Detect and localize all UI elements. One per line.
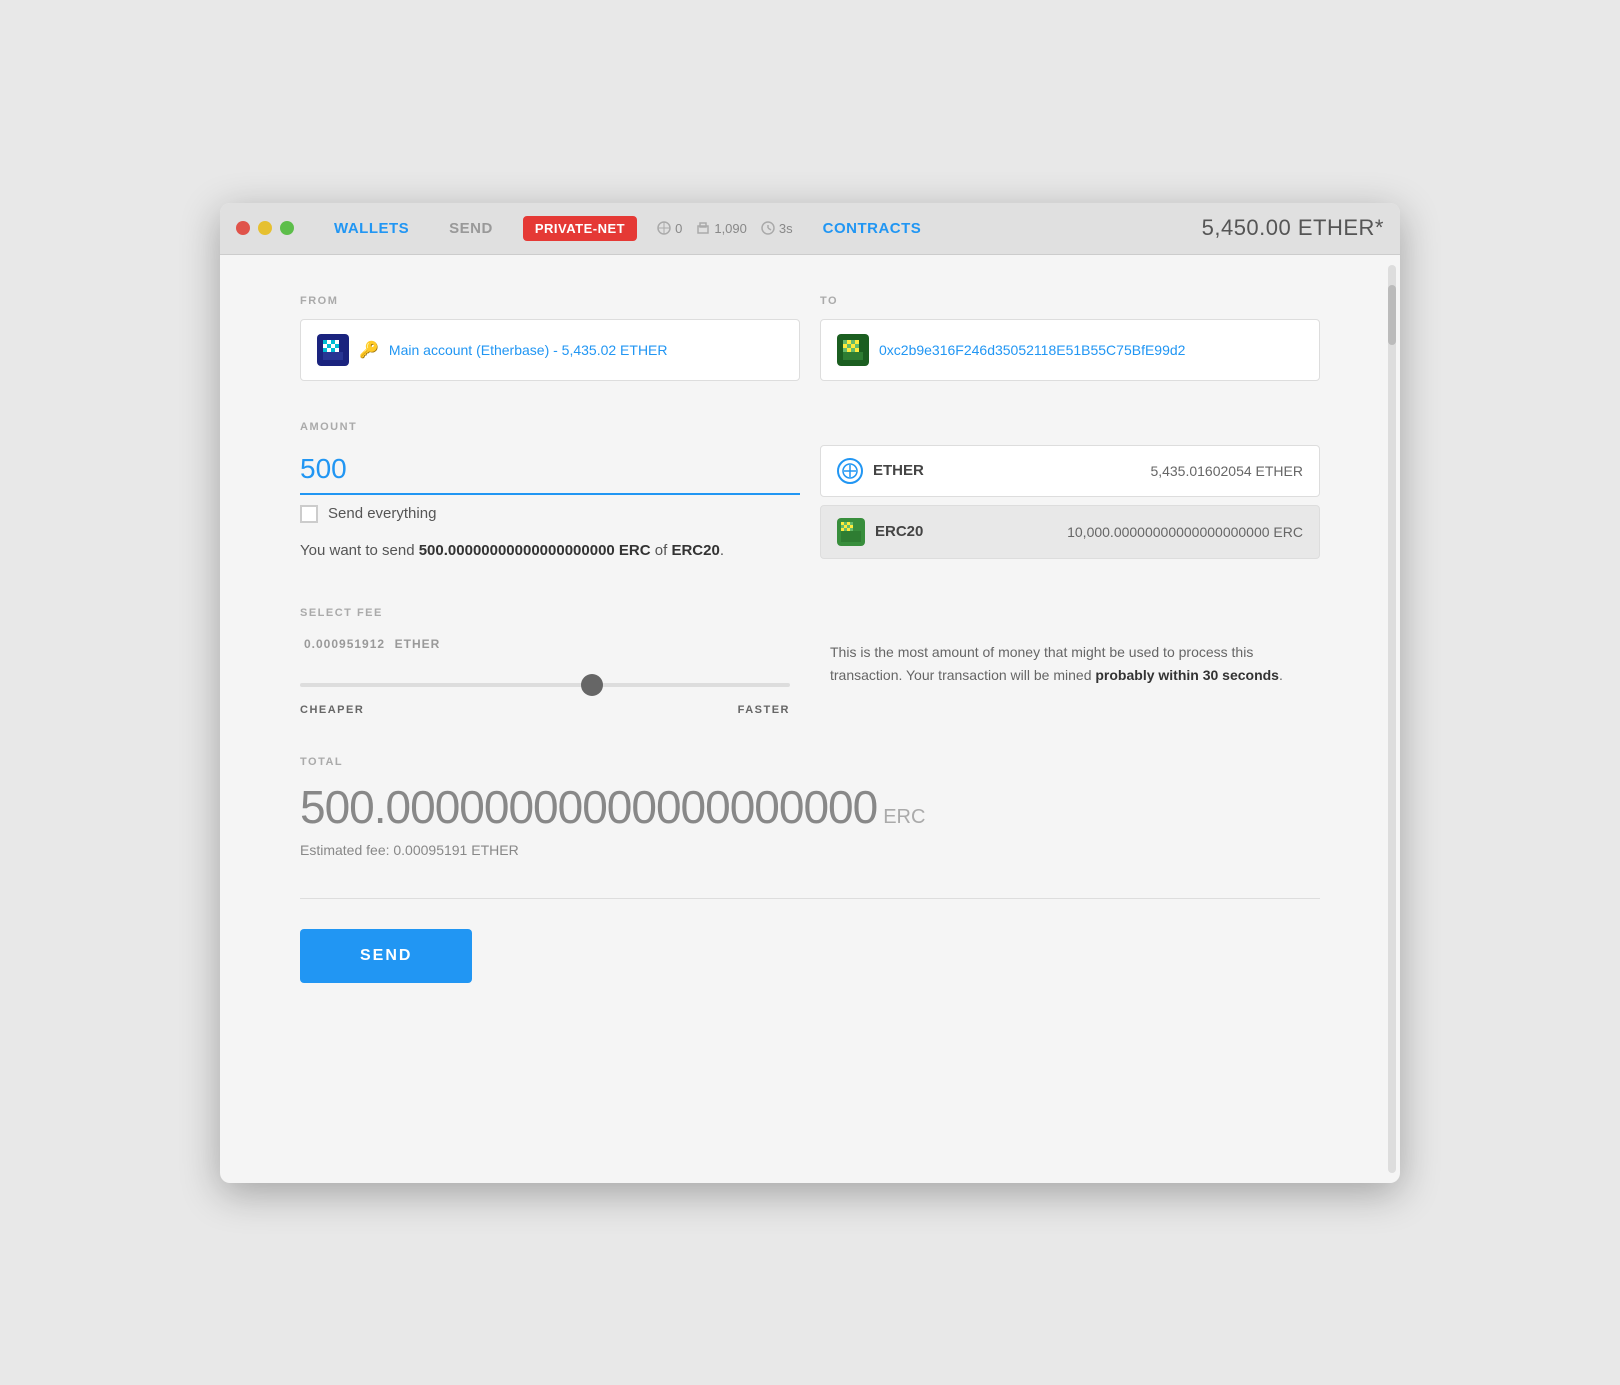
- currency-panel: ETHER 5,435.01602054 ETHER: [820, 445, 1320, 567]
- amount-input-row: Send everything You want to send 500.000…: [300, 445, 1320, 567]
- total-section: TOTAL 500.00000000000000000000 ERC Estim…: [300, 756, 1320, 858]
- send-everything-checkbox[interactable]: [300, 505, 318, 523]
- maximize-button[interactable]: [280, 221, 294, 235]
- from-account-icon: [317, 334, 349, 366]
- amount-section: AMOUNT Send everything You want to send …: [300, 421, 1320, 567]
- to-account-box[interactable]: 0xc2b9e316F246d35052118E51B55C75BfE99d2: [820, 319, 1320, 381]
- titlebar: WALLETS SEND PRIVATE-NET 0 1,090 3: [220, 203, 1400, 255]
- slider-labels: CHEAPER FASTER: [300, 704, 790, 716]
- erc20-balance: 10,000.00000000000000000000 ERC: [1067, 524, 1303, 540]
- total-label: TOTAL: [300, 756, 1320, 768]
- ether-balance: 5,435.01602054 ETHER: [1150, 463, 1303, 479]
- nav-tabs: WALLETS SEND PRIVATE-NET 0 1,090 3: [314, 203, 1384, 255]
- blocks-status: 1,090: [696, 221, 747, 236]
- to-section: TO: [820, 295, 1320, 381]
- currency-erc20-left: ERC20: [837, 518, 923, 546]
- from-label: FROM: [300, 295, 800, 307]
- currency-ether[interactable]: ETHER 5,435.01602054 ETHER: [820, 445, 1320, 497]
- to-account-icon: [837, 334, 869, 366]
- minimize-button[interactable]: [258, 221, 272, 235]
- slider-container: [300, 674, 790, 692]
- fee-label: SELECT FEE: [300, 607, 1320, 619]
- key-icon: 🔑: [359, 340, 379, 360]
- blocks-icon: [696, 221, 710, 235]
- from-account-name: Main account (Etherbase) - 5,435.02 ETHE…: [389, 342, 668, 358]
- erc20-name: ERC20: [875, 523, 923, 540]
- amount-label: AMOUNT: [300, 421, 1320, 433]
- fee-section: SELECT FEE 0.000951912 ETHER CHEAPER FAS…: [300, 607, 1320, 716]
- send-everything-label[interactable]: Send everything: [328, 505, 436, 522]
- ether-icon: [837, 458, 863, 484]
- peers-status: 0: [657, 221, 682, 236]
- to-label: TO: [820, 295, 1320, 307]
- total-fee: Estimated fee: 0.00095191 ETHER: [300, 842, 1320, 858]
- balance-display: 5,450.00 ETHER*: [1202, 215, 1384, 241]
- faster-label: FASTER: [738, 704, 790, 716]
- window-controls: [236, 221, 294, 235]
- fee-left: 0.000951912 ETHER CHEAPER FASTER: [300, 631, 790, 716]
- close-button[interactable]: [236, 221, 250, 235]
- fee-row: 0.000951912 ETHER CHEAPER FASTER This is…: [300, 631, 1320, 716]
- main-content: FROM: [220, 255, 1400, 1183]
- cheaper-label: CHEAPER: [300, 704, 364, 716]
- fee-right: This is the most amount of money that mi…: [830, 631, 1320, 716]
- fee-info-text: This is the most amount of money that mi…: [830, 641, 1320, 689]
- ether-name: ETHER: [873, 462, 924, 479]
- app-window: WALLETS SEND PRIVATE-NET 0 1,090 3: [220, 203, 1400, 1183]
- from-to-row: FROM: [300, 295, 1320, 381]
- scrollbar-thumb[interactable]: [1388, 285, 1396, 345]
- from-account-box[interactable]: 🔑 Main account (Etherbase) - 5,435.02 ET…: [300, 319, 800, 381]
- fee-slider[interactable]: [300, 683, 790, 687]
- tab-wallets[interactable]: WALLETS: [314, 203, 429, 255]
- currency-ether-left: ETHER: [837, 458, 924, 484]
- total-amount-row: 500.00000000000000000000 ERC: [300, 780, 1320, 834]
- tab-send[interactable]: SEND: [429, 203, 513, 255]
- network-status: 0 1,090 3s: [657, 221, 793, 236]
- divider: [300, 898, 1320, 899]
- fee-amount: 0.000951912 ETHER: [300, 631, 790, 654]
- scrollbar[interactable]: [1388, 265, 1396, 1173]
- tab-contracts[interactable]: CONTRACTS: [803, 220, 942, 237]
- from-section: FROM: [300, 295, 800, 381]
- erc20-icon: [837, 518, 865, 546]
- total-unit: ERC: [883, 806, 925, 829]
- amount-input-container: Send everything You want to send 500.000…: [300, 445, 800, 567]
- send-everything-row: Send everything: [300, 505, 800, 523]
- to-account-address: 0xc2b9e316F246d35052118E51B55C75BfE99d2: [879, 342, 1185, 358]
- total-amount-value: 500.00000000000000000000: [300, 780, 877, 834]
- tab-private-net[interactable]: PRIVATE-NET: [523, 216, 637, 241]
- peers-icon: [657, 221, 671, 235]
- clock-icon: [761, 221, 775, 235]
- time-status: 3s: [761, 221, 793, 236]
- send-info-text: You want to send 500.0000000000000000000…: [300, 539, 800, 563]
- amount-input[interactable]: [300, 445, 800, 495]
- send-button[interactable]: SEND: [300, 929, 472, 983]
- currency-erc20[interactable]: ERC20 10,000.00000000000000000000 ERC: [820, 505, 1320, 559]
